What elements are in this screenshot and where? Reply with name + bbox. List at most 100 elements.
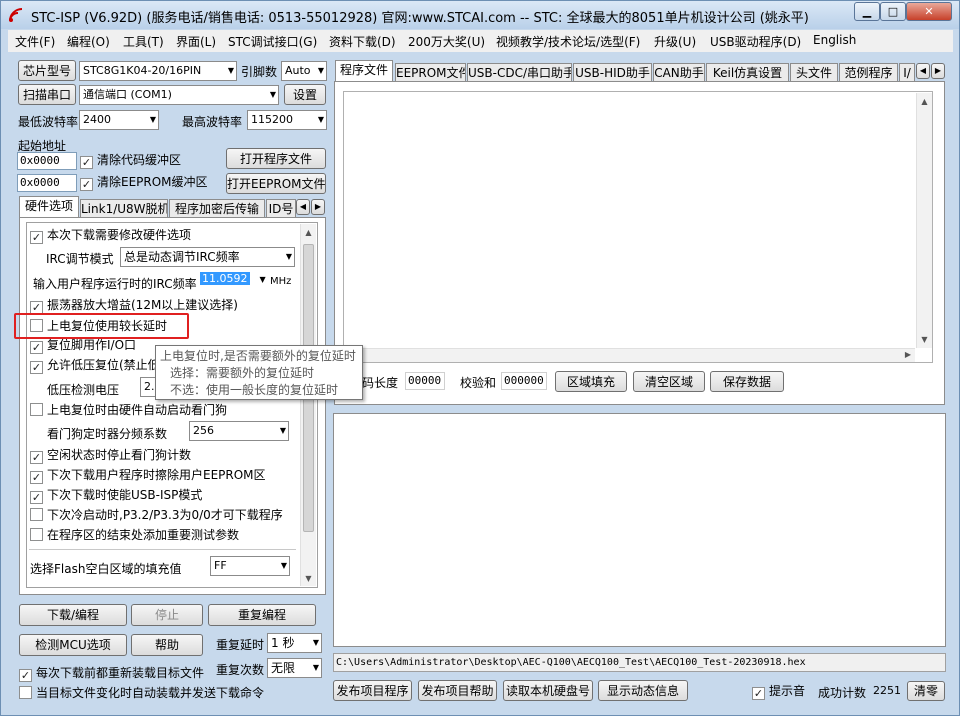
clear-code-buffer-checkbox[interactable]: ✓ 清除代码缓冲区 [80, 153, 181, 169]
show-dynamic-info-button[interactable]: 显示动态信息 [598, 680, 688, 701]
clear-eeprom-buffer-checkbox[interactable]: ✓ 清除EEPROM缓冲区 [80, 175, 208, 191]
publish-program-button[interactable]: 发布项目程序 [333, 680, 412, 701]
tab-program-file[interactable]: 程序文件 [335, 60, 393, 82]
settings-button[interactable]: 设置 [284, 84, 326, 105]
menu-program[interactable]: 编程(O) [67, 33, 110, 50]
repeat-count-select[interactable]: 无限 ▼ [267, 658, 322, 678]
tab-link1-offline[interactable]: Link1/U8W脱机 [80, 199, 168, 219]
menu-usb-driver[interactable]: USB驱动程序(D) [710, 33, 801, 50]
irc-mode-select[interactable]: 总是动态调节IRC频率 ▼ [120, 247, 295, 267]
tab-encrypted-transfer[interactable]: 程序加密后传输 [169, 199, 265, 219]
beep-checkbox[interactable]: ✓ 提示音 [752, 684, 805, 700]
menu-english[interactable]: English [813, 33, 856, 47]
modify-hardware-options-checkbox[interactable]: ✓ 本次下载需要修改硬件选项 [30, 228, 191, 244]
tab-scroll-left-button[interactable]: ◀ [296, 199, 310, 215]
menu-file[interactable]: 文件(F) [15, 33, 55, 50]
irc-mode-label: IRC调节模式 [46, 252, 114, 266]
tab-can-helper[interactable]: CAN助手 [653, 63, 705, 83]
minimize-button[interactable]: ▁ [854, 2, 880, 21]
min-baud-select[interactable]: 2400 ▼ [79, 110, 159, 130]
tooltip-line-3: 不选：使用一般长度的复位延时 [170, 383, 339, 397]
tab-usb-cdc-serial[interactable]: USB-CDC/串口助手 [467, 63, 572, 83]
options-divider [29, 549, 296, 550]
scroll-up-icon[interactable]: ▲ [917, 97, 932, 106]
low-voltage-reset-checkbox[interactable]: ✓ 允许低压复位(禁止低压中断) [30, 358, 160, 374]
options-scrollbar[interactable]: ▲ ▼ [300, 224, 316, 586]
download-program-button[interactable]: 下载/编程 [19, 604, 127, 626]
test-params-checkbox[interactable]: 在程序区的结束处添加重要测试参数 [30, 528, 239, 542]
repeat-program-button[interactable]: 重复编程 [208, 604, 316, 626]
open-program-file-button[interactable]: 打开程序文件 [226, 148, 326, 169]
help-button[interactable]: 帮助 [131, 634, 203, 656]
clear-count-button[interactable]: 清零 [907, 681, 945, 701]
menu-tools[interactable]: 工具(T) [123, 33, 164, 50]
save-data-button[interactable]: 保存数据 [710, 371, 784, 392]
auto-watchdog-checkbox[interactable]: 上电复位时由硬件自动启动看门狗 [30, 403, 227, 417]
tab-io[interactable]: I/ [899, 63, 915, 83]
cold-start-p32-p33-checkbox[interactable]: 下次冷启动时,P3.2/P3.3为0/0才可下载程序 [30, 508, 283, 522]
scroll-right-icon[interactable]: ▶ [905, 350, 911, 359]
chevron-down-icon: ▼ [312, 663, 319, 672]
close-button[interactable]: ✕ [906, 2, 952, 21]
tab-examples[interactable]: 范例程序 [839, 63, 898, 83]
eeprom-address-input[interactable]: 0x0000 [17, 174, 77, 192]
scroll-down-icon[interactable]: ▼ [917, 335, 932, 344]
checkbox-checked-icon: ✓ [19, 669, 32, 682]
chevron-down-icon: ▼ [285, 252, 292, 261]
lvd-voltage-select[interactable]: 2. [140, 377, 156, 397]
min-baud-label: 最低波特率 [18, 115, 79, 129]
right-tab-scroll-right-button[interactable]: ▶ [931, 63, 945, 79]
tooltip-line-1: 上电复位时,是否需要额外的复位延时 [160, 349, 356, 363]
hex-vertical-scrollbar[interactable]: ▲ ▼ [916, 93, 932, 348]
right-tab-scroll-left-button[interactable]: ◀ [916, 63, 930, 79]
menu-prize[interactable]: 200万大奖(U) [408, 33, 485, 50]
tab-scroll-right-button[interactable]: ▶ [311, 199, 325, 215]
chip-type-button[interactable]: 芯片型号 [18, 60, 76, 81]
pins-select[interactable]: Auto ▼ [281, 61, 327, 81]
tab-header-file[interactable]: 头文件 [790, 63, 838, 83]
checkbox-unchecked-icon [30, 508, 43, 521]
read-disk-id-button[interactable]: 读取本机硬盘号 [503, 680, 593, 701]
output-log-area[interactable] [333, 413, 946, 647]
reload-before-download-checkbox[interactable]: ✓ 每次下载前都重新装载目标文件 [19, 666, 204, 682]
menu-video-forum[interactable]: 视频教学/技术论坛/选型(F) [496, 33, 640, 50]
hex-data-area[interactable] [343, 91, 933, 363]
menu-debug-interface[interactable]: STC调试接口(G) [228, 33, 317, 50]
menu-interface[interactable]: 界面(L) [176, 33, 216, 50]
menu-downloads[interactable]: 资料下载(D) [329, 33, 396, 50]
max-baud-select[interactable]: 115200 ▼ [247, 110, 327, 130]
publish-help-button[interactable]: 发布项目帮助 [418, 680, 497, 701]
scroll-down-icon[interactable]: ▼ [301, 574, 316, 583]
stop-button[interactable]: 停止 [131, 604, 203, 626]
tab-keil-sim[interactable]: Keil仿真设置 [706, 63, 789, 83]
fill-area-button[interactable]: 区域填充 [555, 371, 627, 392]
erase-eeprom-checkbox[interactable]: ✓ 下次下载用户程序时擦除用户EEPROM区 [30, 468, 266, 484]
repeat-delay-select[interactable]: 1 秒 ▼ [267, 633, 322, 653]
hex-horizontal-scrollbar[interactable]: ▶ [345, 348, 915, 362]
clear-area-button[interactable]: 清空区域 [633, 371, 705, 392]
open-eeprom-file-button[interactable]: 打开EEPROM文件 [226, 173, 326, 194]
irc-frequency-input[interactable]: 11.0592 ▼ [200, 272, 266, 285]
maximize-button[interactable]: □ [880, 2, 906, 21]
tab-hardware-options[interactable]: 硬件选项 [19, 196, 79, 218]
tab-id-number[interactable]: ID号 [266, 199, 296, 219]
scroll-up-icon[interactable]: ▲ [301, 228, 316, 237]
watchdog-prescaler-select[interactable]: 256 ▼ [189, 421, 289, 441]
chip-select[interactable]: STC8G1K04-20/16PIN ▼ [79, 61, 237, 81]
tab-eeprom-file[interactable]: EEPROM文件 [395, 63, 466, 83]
oscillator-gain-checkbox[interactable]: ✓ 振荡器放大增益(12M以上建议选择) [30, 298, 238, 314]
scan-port-button[interactable]: 扫描串口 [18, 84, 76, 105]
menu-upgrade[interactable]: 升级(U) [654, 33, 696, 50]
cold-start-label: 下次冷启动时,P3.2/P3.3为0/0才可下载程序 [47, 508, 283, 522]
tab-usb-hid[interactable]: USB-HID助手 [573, 63, 652, 83]
checkbox-unchecked-icon [30, 528, 43, 541]
port-select[interactable]: 通信端口 (COM1) ▼ [79, 85, 279, 105]
check-mcu-options-button[interactable]: 检测MCU选项 [19, 634, 127, 656]
checkbox-checked-icon: ✓ [30, 231, 43, 244]
auto-load-on-change-checkbox[interactable]: 当目标文件变化时自动装载并发送下载命令 [19, 686, 264, 700]
usb-isp-mode-checkbox[interactable]: ✓ 下次下载时使能USB-ISP模式 [30, 488, 202, 504]
flash-fill-select[interactable]: FF ▼ [210, 556, 290, 576]
code-address-input[interactable]: 0x0000 [17, 152, 77, 170]
reset-pin-io-checkbox[interactable]: ✓ 复位脚用作I/O口 [30, 338, 136, 354]
idle-stop-watchdog-checkbox[interactable]: ✓ 空闲状态时停止看门狗计数 [30, 448, 191, 464]
